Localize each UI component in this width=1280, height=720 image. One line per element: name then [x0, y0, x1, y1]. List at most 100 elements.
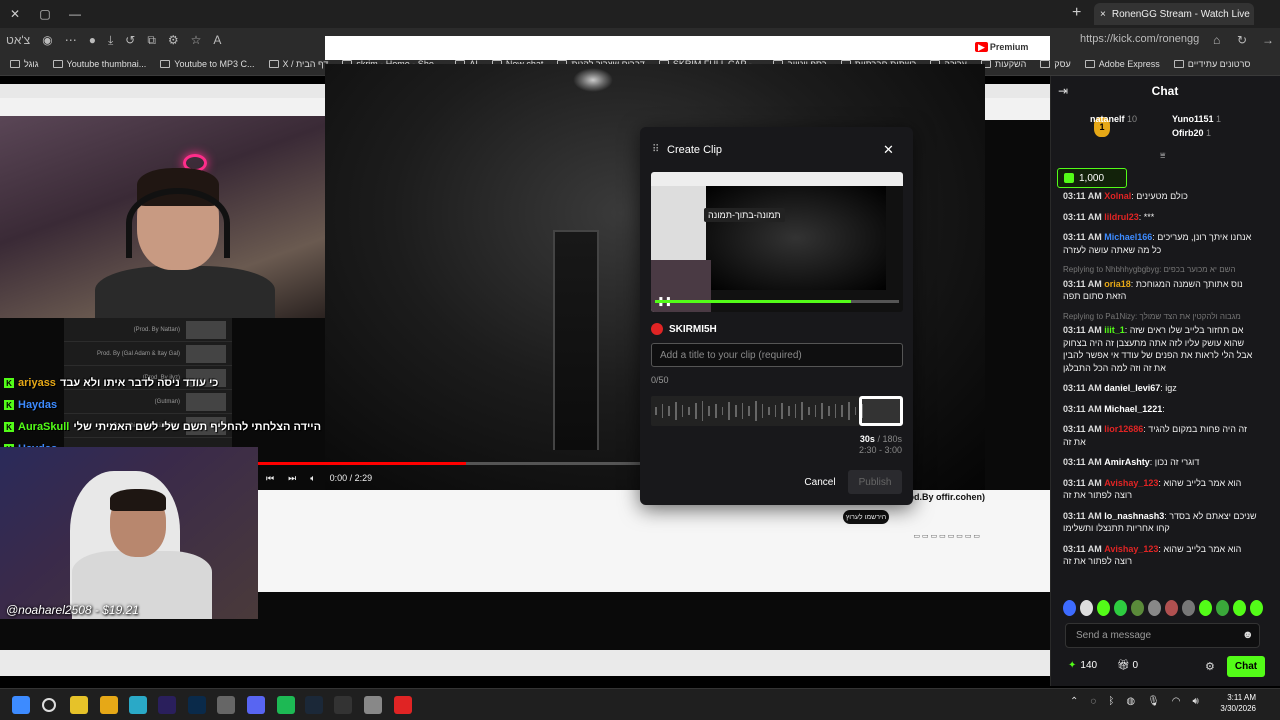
discord-tray-icon[interactable]: ◍ — [1126, 696, 1135, 707]
speaker-icon[interactable]: 🔊︎ — [1193, 696, 1199, 707]
bluetooth-icon[interactable]: ᛒ — [1108, 696, 1114, 707]
avatar[interactable]: ● — [89, 33, 96, 47]
reply-context[interactable]: Replying to Pa1Nizy: מגבוה ולהקטין את הצ… — [1063, 311, 1259, 324]
chat-message[interactable]: 03:11 AM iiit_1: אם תחזור בלייב שלו ראים… — [1063, 324, 1259, 374]
message-username[interactable]: iiit_1 — [1104, 325, 1125, 335]
read-aloud-icon[interactable]: A — [213, 33, 221, 47]
message-username[interactable]: AmirAshty — [1104, 457, 1150, 467]
clip-seek-bar[interactable] — [655, 300, 899, 303]
close-icon[interactable]: ✕ — [883, 142, 894, 158]
steam-icon[interactable] — [305, 696, 323, 714]
reload-icon[interactable]: ↻ — [1237, 33, 1247, 47]
steelseries-icon[interactable] — [217, 696, 235, 714]
message-username[interactable]: Xolnal — [1104, 191, 1131, 201]
chat-settings-icon[interactable]: ⚙ — [1205, 660, 1215, 673]
emote-icon[interactable] — [1148, 600, 1161, 616]
clip-timeline[interactable] — [651, 396, 903, 426]
windows-start-icon[interactable] — [12, 696, 30, 714]
emote-bar[interactable] — [1063, 600, 1263, 618]
history-icon[interactable]: ↺ — [125, 33, 135, 47]
cancel-button[interactable]: Cancel — [798, 472, 842, 492]
emote-icon[interactable] — [1216, 600, 1229, 616]
clip-preview[interactable] — [651, 172, 903, 312]
gifter-entry[interactable]: Yuno1151 1 — [1172, 114, 1221, 124]
chat-message[interactable]: 03:11 AM oria18: נוס אתותך השמנה המגוחכת… — [1063, 278, 1259, 303]
emote-icon[interactable] — [1233, 600, 1246, 616]
maximize-window-icon[interactable]: ▢ — [30, 0, 60, 28]
downloads-icon[interactable]: ⤓ — [108, 33, 113, 48]
epic-games-icon[interactable] — [334, 696, 352, 714]
chat-message[interactable]: 03:11 AM AmirAshty: דוגרי זה נכון — [1063, 456, 1259, 469]
premiere-icon[interactable] — [158, 696, 176, 714]
message-username[interactable]: lior12686 — [1104, 424, 1143, 434]
bookmark-item[interactable]: גוגל — [10, 59, 39, 69]
message-username[interactable]: lildrul23 — [1104, 212, 1139, 222]
bookmark-item[interactable]: השקעות — [980, 59, 1026, 69]
new-tab-button[interactable]: + — [1072, 4, 1081, 22]
emote-icon[interactable] — [1165, 600, 1178, 616]
bookmark-item[interactable]: עסק — [1040, 59, 1071, 69]
message-username[interactable]: Avishay_123 — [1104, 544, 1158, 554]
tab-close-icon[interactable]: × — [1100, 9, 1106, 20]
gifter-entry[interactable]: natanelf 10 — [1090, 114, 1137, 124]
message-username[interactable]: Michael166 — [1104, 232, 1152, 242]
send-chat-button[interactable]: Chat — [1227, 656, 1265, 677]
chat-message[interactable]: 03:11 AM daniel_levi67: igz — [1063, 382, 1259, 395]
gift-subs[interactable]: 🎁︎ 0 — [1117, 660, 1138, 671]
tab-kick-stream[interactable]: × RonenGG Stream - Watch Live K — [1094, 3, 1254, 25]
goal-badge[interactable]: 1,000 — [1057, 168, 1127, 188]
favorite-star-icon[interactable]: ☆ — [191, 33, 202, 47]
drag-handle-icon[interactable]: ⠿ — [652, 144, 659, 155]
emote-icon[interactable] — [1182, 600, 1195, 616]
emote-icon[interactable] — [1114, 600, 1127, 616]
bookmark-item[interactable]: Youtube thumbnai... — [52, 59, 146, 69]
chat-message[interactable]: 03:11 AM Xolnal: כולם מטעינים — [1063, 190, 1259, 203]
message-username[interactable]: lo_nashnash3 — [1104, 511, 1164, 521]
chat-message[interactable]: 03:11 AM Avishay_123: הוא אמר בלייב שהוא… — [1063, 477, 1259, 502]
message-input[interactable] — [1065, 623, 1260, 648]
settings-icon[interactable]: ⚙ — [168, 33, 179, 47]
plugin-icon[interactable] — [100, 696, 118, 714]
profile-label[interactable]: צ'אט — [6, 33, 30, 47]
channel-points[interactable]: ✦ 140 — [1068, 660, 1097, 671]
url-field[interactable]: https://kick.com/ronengg — [1080, 33, 1199, 45]
close-window-icon[interactable]: ✕ — [0, 0, 30, 28]
bookmark-item[interactable]: X / דף הבית — [268, 59, 328, 69]
edge-icon[interactable] — [129, 696, 147, 714]
app-icon[interactable] — [394, 696, 412, 714]
emote-icon[interactable] — [1097, 600, 1110, 616]
back-icon[interactable]: → — [1262, 33, 1274, 47]
emote-icon[interactable] — [1131, 600, 1144, 616]
minimize-window-icon[interactable]: — — [60, 0, 90, 28]
copilot-icon[interactable]: ◉ — [42, 33, 52, 47]
reply-context[interactable]: Replying to Nhbhhygbgbyg: השם יא מכוער ב… — [1063, 264, 1259, 277]
emote-icon[interactable] — [1063, 600, 1076, 616]
spotify-icon[interactable] — [277, 696, 295, 714]
clip-range-handle[interactable] — [859, 396, 903, 426]
bookmark-item[interactable]: Adobe Express — [1084, 59, 1160, 69]
taskbar-clock[interactable]: 3:11 AM 3/30/2026 — [1206, 692, 1256, 714]
chat-message[interactable]: 03:11 AM lildrul23: *** — [1063, 211, 1259, 224]
mic-icon[interactable]: 🎙︎ — [1147, 696, 1160, 707]
tray-arrow-icon[interactable]: ⌃ — [1070, 696, 1078, 707]
message-username[interactable]: Avishay_123 — [1104, 478, 1158, 488]
bookmark-item[interactable]: Youtube to MP3 C... — [160, 59, 255, 69]
search-icon[interactable] — [42, 698, 56, 712]
publish-button[interactable]: Publish — [848, 470, 902, 494]
message-username[interactable]: oria18 — [1104, 279, 1131, 289]
chat-message[interactable]: 03:11 AM lo_nashnash3: שניכם יצאתם לא בס… — [1063, 510, 1259, 535]
message-username[interactable]: Michael_1221 — [1104, 404, 1162, 414]
emoji-icon[interactable]: ☻ — [1242, 629, 1254, 641]
chat-message[interactable]: 03:11 AM Michael166: אנחנו איתך רונן, מע… — [1063, 231, 1259, 256]
extensions-icon[interactable]: ⧉ — [147, 33, 156, 48]
settings-icon[interactable] — [364, 696, 382, 714]
emote-icon[interactable] — [1199, 600, 1212, 616]
wifi-icon[interactable]: ◠ — [1172, 696, 1181, 707]
clip-title-input[interactable] — [651, 343, 903, 367]
chat-message[interactable]: 03:11 AM lior12686: זה היה פחות במקום לה… — [1063, 423, 1259, 448]
gifter-entry[interactable]: Ofirb20 1 — [1172, 128, 1211, 138]
photoshop-icon[interactable] — [188, 696, 206, 714]
chat-message[interactable]: 03:11 AM Avishay_123: הוא אמר בלייב שהוא… — [1063, 543, 1259, 568]
chat-message[interactable]: 03:11 AM Michael_1221: — [1063, 403, 1259, 416]
bookmark-item[interactable]: סרטונים עתידיים — [1173, 59, 1250, 69]
